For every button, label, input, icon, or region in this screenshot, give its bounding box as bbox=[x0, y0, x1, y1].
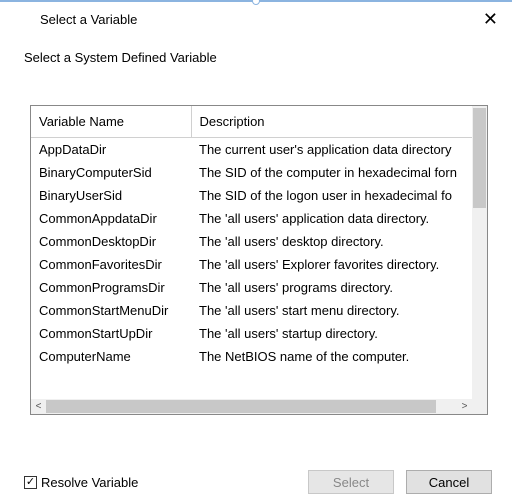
cancel-button[interactable]: Cancel bbox=[406, 470, 492, 494]
table-row[interactable]: CommonStartUpDirThe 'all users' startup … bbox=[31, 322, 472, 345]
dialog-footer: ✓ Resolve Variable Select Cancel bbox=[0, 470, 512, 500]
cell-description: The 'all users' Explorer favorites direc… bbox=[191, 253, 472, 276]
horizontal-scrollbar[interactable]: < > bbox=[31, 399, 472, 414]
cell-description: The 'all users' programs directory. bbox=[191, 276, 472, 299]
scroll-left-icon[interactable]: < bbox=[31, 399, 46, 414]
table-row[interactable]: ComputerNameThe NetBIOS name of the comp… bbox=[31, 345, 472, 368]
table-row[interactable]: BinaryComputerSidThe SID of the computer… bbox=[31, 161, 472, 184]
cell-description: The 'all users' start menu directory. bbox=[191, 299, 472, 322]
table-row[interactable]: CommonDesktopDirThe 'all users' desktop … bbox=[31, 230, 472, 253]
vertical-scrollbar-thumb[interactable] bbox=[473, 108, 486, 208]
checkbox-icon[interactable]: ✓ bbox=[24, 476, 37, 489]
table-row[interactable]: CommonProgramsDirThe 'all users' program… bbox=[31, 276, 472, 299]
cell-description: The 'all users' startup directory. bbox=[191, 322, 472, 345]
cell-variable-name: ComputerName bbox=[31, 345, 191, 368]
table-row[interactable]: CommonFavoritesDirThe 'all users' Explor… bbox=[31, 253, 472, 276]
cell-variable-name: BinaryUserSid bbox=[31, 184, 191, 207]
dialog-subtitle: Select a System Defined Variable bbox=[0, 32, 512, 65]
resolve-variable-checkbox[interactable]: ✓ Resolve Variable bbox=[24, 475, 138, 490]
cell-description: The NetBIOS name of the computer. bbox=[191, 345, 472, 368]
table-row[interactable]: CommonStartMenuDirThe 'all users' start … bbox=[31, 299, 472, 322]
variable-table: Variable Name Description AppDataDirThe … bbox=[31, 106, 472, 368]
scrollbar-corner bbox=[472, 399, 487, 414]
vertical-scrollbar[interactable] bbox=[472, 106, 487, 399]
cell-variable-name: CommonStartMenuDir bbox=[31, 299, 191, 322]
cell-variable-name: CommonStartUpDir bbox=[31, 322, 191, 345]
cell-variable-name: BinaryComputerSid bbox=[31, 161, 191, 184]
cell-description: The SID of the computer in hexadecimal f… bbox=[191, 161, 472, 184]
column-header-description[interactable]: Description bbox=[191, 106, 472, 138]
close-icon[interactable]: ✕ bbox=[483, 10, 502, 28]
cell-description: The SID of the logon user in hexadecimal… bbox=[191, 184, 472, 207]
cell-variable-name: CommonDesktopDir bbox=[31, 230, 191, 253]
dialog-title: Select a Variable bbox=[40, 12, 137, 27]
cell-variable-name: AppDataDir bbox=[31, 138, 191, 162]
table-row[interactable]: BinaryUserSidThe SID of the logon user i… bbox=[31, 184, 472, 207]
table-row[interactable]: AppDataDirThe current user's application… bbox=[31, 138, 472, 162]
cell-variable-name: CommonProgramsDir bbox=[31, 276, 191, 299]
variable-table-scroll[interactable]: Variable Name Description AppDataDirThe … bbox=[31, 106, 472, 399]
cell-description: The 'all users' application data directo… bbox=[191, 207, 472, 230]
select-button[interactable]: Select bbox=[308, 470, 394, 494]
cell-description: The 'all users' desktop directory. bbox=[191, 230, 472, 253]
resolve-variable-label: Resolve Variable bbox=[41, 475, 138, 490]
table-row[interactable]: CommonAppdataDirThe 'all users' applicat… bbox=[31, 207, 472, 230]
cell-description: The current user's application data dire… bbox=[191, 138, 472, 162]
dialog-header: Select a Variable ✕ bbox=[0, 2, 512, 32]
column-header-name[interactable]: Variable Name bbox=[31, 106, 191, 138]
horizontal-scrollbar-track[interactable] bbox=[46, 400, 457, 413]
cell-variable-name: CommonFavoritesDir bbox=[31, 253, 191, 276]
dialog-buttons: Select Cancel bbox=[308, 470, 492, 494]
horizontal-scrollbar-thumb[interactable] bbox=[46, 400, 436, 413]
scroll-right-icon[interactable]: > bbox=[457, 399, 472, 414]
variable-table-container: Variable Name Description AppDataDirThe … bbox=[30, 105, 488, 415]
cell-variable-name: CommonAppdataDir bbox=[31, 207, 191, 230]
dialog-top-border bbox=[0, 0, 512, 2]
